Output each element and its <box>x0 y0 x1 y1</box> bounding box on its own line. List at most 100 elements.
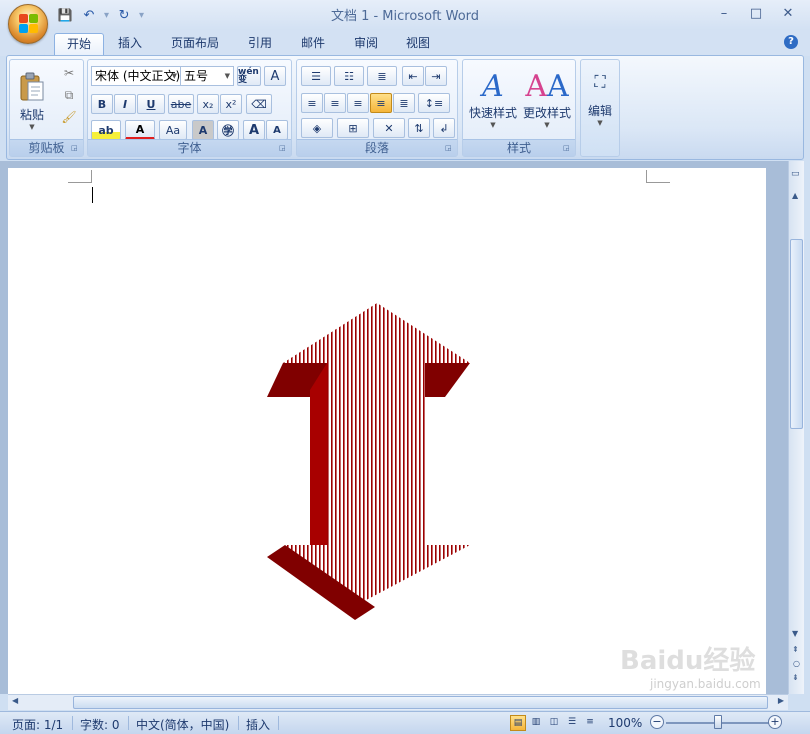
cut-icon[interactable]: ✂ <box>59 64 79 82</box>
clipboard-group: 粘贴 ▼ ✂ ⧉ 🖌 剪贴板 ◲ <box>9 59 84 157</box>
office-button[interactable] <box>8 4 48 44</box>
draft-icon[interactable]: ≡ <box>582 715 598 731</box>
paste-button[interactable]: 粘贴 ▼ <box>14 64 50 138</box>
print-layout-icon[interactable]: ▤ <box>510 715 526 731</box>
phonetic-guide-label: wén 变 <box>238 67 259 85</box>
scroll-up-icon[interactable]: ▲ <box>792 191 798 200</box>
sort-icon[interactable]: ⇅ <box>408 118 430 138</box>
arrow-bevel-right <box>425 363 470 397</box>
line-spacing-icon[interactable]: ↕≡ <box>418 93 450 113</box>
ribbon: 粘贴 ▼ ✂ ⧉ 🖌 剪贴板 ◲ 宋体 (中文正文) ▼ 五号 ▼ wén 变 A … <box>6 55 804 160</box>
quick-styles-button[interactable]: A 快速样式 ▼ <box>467 62 519 136</box>
underline-button[interactable]: U <box>137 94 165 114</box>
font-dialog-launcher-icon[interactable]: ◲ <box>279 144 288 153</box>
multilevel-list-icon[interactable]: ≣ <box>367 66 397 86</box>
align-center-icon[interactable]: ≡ <box>324 93 346 113</box>
chinese-layout-icon[interactable]: ✕ <box>373 118 405 138</box>
crop-mark <box>646 170 670 183</box>
styles-group: A 快速样式 ▼ AA 更改样式 ▼ 样式 ◲ <box>462 59 576 157</box>
format-painter-icon[interactable]: 🖌 <box>59 108 79 126</box>
vertical-scrollbar[interactable]: ▭ ▲ ▼ ⇞ ○ ⇟ <box>788 161 804 694</box>
maximize-button[interactable]: □ <box>740 4 772 24</box>
change-styles-label: 更改样式 <box>522 105 571 120</box>
editing-group: ⛶ 编辑 ▼ <box>580 59 620 157</box>
shrink-font-button[interactable]: A <box>266 120 288 140</box>
help-icon[interactable]: ? <box>784 35 798 49</box>
zoom-out-icon[interactable]: − <box>650 715 664 729</box>
quick-styles-label: 快速样式 <box>468 105 517 120</box>
zoom-level[interactable]: 100% <box>608 716 642 730</box>
tab-insert[interactable]: 插入 <box>106 33 154 56</box>
borders-icon[interactable]: ⊞ <box>337 118 369 138</box>
minimize-button[interactable]: – <box>708 4 740 24</box>
grow-font-button[interactable]: A <box>243 120 265 140</box>
close-button[interactable]: ✕ <box>772 4 804 24</box>
distributed-icon[interactable]: ≣ <box>393 93 415 113</box>
tab-page-layout[interactable]: 页面布局 <box>159 33 231 56</box>
page-count[interactable]: 页面: 1/1 <box>12 716 63 733</box>
phonetic-guide-button[interactable]: wén 变 <box>237 66 261 86</box>
subscript-button[interactable]: x₂ <box>197 94 219 114</box>
italic-button[interactable]: I <box>114 94 136 114</box>
show-marks-icon[interactable]: ↲ <box>433 118 455 138</box>
scroll-left-icon[interactable]: ◀ <box>12 696 18 705</box>
change-case-button[interactable]: Aa <box>159 120 187 140</box>
bold-button[interactable]: B <box>91 94 113 114</box>
ruler-toggle-icon[interactable]: ▭ <box>791 169 800 179</box>
superscript-button[interactable]: x² <box>220 94 242 114</box>
horizontal-scrollbar[interactable]: ◀ ▶ <box>8 694 788 710</box>
align-left-icon[interactable]: ≡ <box>301 93 323 113</box>
change-styles-icon: AA <box>525 68 569 104</box>
editing-button[interactable]: ⛶ 编辑 ▼ <box>583 64 617 134</box>
paragraph-group: ☰ ☷ ≣ ⇤ ⇥ ≡ ≡ ≡ ≡ ≣ ↕≡ ◈ ⊞ ✕ ⇅ ↲ 段落 ◲ <box>296 59 458 157</box>
editing-label: 编辑 <box>587 103 612 118</box>
highlight-icon[interactable]: ab <box>91 120 121 140</box>
full-screen-reading-icon[interactable]: ▥ <box>528 715 544 731</box>
bullets-icon[interactable]: ☰ <box>301 66 331 86</box>
styles-dialog-launcher-icon[interactable]: ◲ <box>563 144 572 153</box>
scroll-right-icon[interactable]: ▶ <box>778 696 784 705</box>
paste-icon <box>20 72 44 100</box>
vertical-scroll-thumb[interactable] <box>790 239 803 429</box>
zoom-slider-thumb[interactable] <box>714 715 722 729</box>
tab-review[interactable]: 审阅 <box>342 33 390 56</box>
shading-icon[interactable]: ◈ <box>301 118 333 138</box>
increase-indent-icon[interactable]: ⇥ <box>425 66 447 86</box>
scroll-down-icon[interactable]: ▼ <box>792 629 798 638</box>
tab-view[interactable]: 视图 <box>394 33 442 56</box>
baidu-watermark: Baidu经验 jingyan.baidu.com <box>620 640 761 691</box>
character-shading-button[interactable]: A <box>192 120 214 140</box>
tab-references[interactable]: 引用 <box>236 33 284 56</box>
copy-icon[interactable]: ⧉ <box>59 86 79 104</box>
language-status[interactable]: 中文(简体，中国) <box>136 716 229 733</box>
double-arrow-shape[interactable] <box>255 295 485 625</box>
previous-page-icon[interactable]: ⇞ <box>792 645 799 654</box>
clipboard-dialog-launcher-icon[interactable]: ◲ <box>71 144 80 153</box>
font-size-combo[interactable]: 五号 ▼ <box>180 66 234 86</box>
select-browse-object-icon[interactable]: ○ <box>793 659 800 668</box>
horizontal-scroll-thumb[interactable] <box>73 696 768 709</box>
enclose-characters-icon[interactable]: ㊫ <box>217 120 239 140</box>
office-logo-icon <box>19 14 39 34</box>
change-styles-button[interactable]: AA 更改样式 ▼ <box>521 62 573 136</box>
insert-mode[interactable]: 插入 <box>246 716 270 733</box>
styles-group-label: 样式 <box>463 139 575 156</box>
character-border-button[interactable]: A <box>264 66 286 86</box>
tab-mailings[interactable]: 邮件 <box>289 33 337 56</box>
decrease-indent-icon[interactable]: ⇤ <box>402 66 424 86</box>
numbering-icon[interactable]: ☷ <box>334 66 364 86</box>
paragraph-dialog-launcher-icon[interactable]: ◲ <box>445 144 454 153</box>
clear-formatting-icon[interactable]: ⌫ <box>246 94 272 114</box>
zoom-in-icon[interactable]: + <box>768 715 782 729</box>
justify-icon[interactable]: ≡ <box>370 93 392 113</box>
tab-home[interactable]: 开始 <box>54 33 105 56</box>
strikethrough-button[interactable]: abe <box>168 94 194 114</box>
web-layout-icon[interactable]: ◫ <box>546 715 562 731</box>
binoculars-icon: ⛶ <box>594 71 606 91</box>
next-page-icon[interactable]: ⇟ <box>792 673 799 682</box>
word-count[interactable]: 字数: 0 <box>80 716 120 733</box>
outline-icon[interactable]: ☰ <box>564 715 580 731</box>
font-name-combo[interactable]: 宋体 (中文正文) ▼ <box>91 66 181 86</box>
align-right-icon[interactable]: ≡ <box>347 93 369 113</box>
font-color-icon[interactable]: A <box>125 120 155 140</box>
